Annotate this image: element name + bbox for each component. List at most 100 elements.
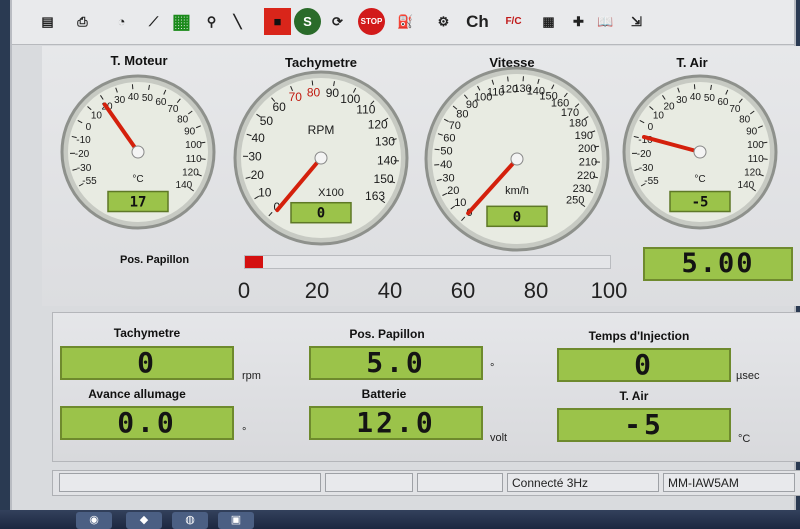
book-icon[interactable]: 📖 xyxy=(592,8,619,35)
gauge-tachymetre-dial: 010203040506070 80 90 100110120130140150163… xyxy=(233,70,409,246)
gauge-tick-label: 250 xyxy=(566,195,584,207)
unit-avance: ° xyxy=(242,426,247,438)
exit-icon[interactable]: ⇲ xyxy=(623,8,650,35)
gauge-tick-label: 40 xyxy=(690,92,702,103)
status-cell-3 xyxy=(417,473,503,492)
gauge-tick-label: 140 xyxy=(176,180,193,191)
gauge-value: -5 xyxy=(692,195,709,211)
papillon-bar-label: Pos. Papillon xyxy=(120,254,190,266)
papillon-scale-label: 20 xyxy=(304,278,330,303)
gauge-tick xyxy=(434,148,440,151)
gauge-tick-label: 110 xyxy=(356,103,375,117)
status-bar: Connecté 3Hz MM-IAW5AM xyxy=(52,470,800,496)
gauge-tick-label: 0 xyxy=(648,122,654,133)
gauge-tick-label: 80 xyxy=(177,114,189,125)
gauge-value: 0 xyxy=(317,206,325,222)
gauge-tick-label: -10 xyxy=(76,135,91,146)
gauge-tick-label: 60 xyxy=(272,100,286,114)
status-cell-1 xyxy=(59,473,321,492)
calculator-icon[interactable]: ▦ xyxy=(535,8,562,35)
taskbar-diag-button[interactable]: ▣ xyxy=(218,512,254,529)
gauge-tick xyxy=(507,76,509,82)
display-papillon: 5.0 xyxy=(309,346,483,380)
label-injection: Temps d'Injection xyxy=(588,329,690,343)
gauge-tick-label: 140 xyxy=(377,153,397,167)
gauge-tick-label: 60 xyxy=(717,97,729,108)
gauge-tick-label: -30 xyxy=(77,163,92,174)
taskbar-start-button[interactable]: ◉ xyxy=(76,512,112,529)
taskbar-browser-button[interactable]: ◍ xyxy=(172,512,208,529)
gauge-multiplier-label: X100 xyxy=(318,187,344,199)
label-avance: Avance allumage xyxy=(88,387,186,401)
gauge-tick-label: 130 xyxy=(375,135,395,149)
gauge-value: 0 xyxy=(513,209,521,225)
motorbike-icon[interactable]: ⚙ xyxy=(430,8,457,35)
unit-air: °C xyxy=(738,433,751,445)
status-cell-2 xyxy=(325,473,413,492)
gauge-tick-label: -55 xyxy=(82,176,97,187)
gauge-tick-label: 50 xyxy=(260,114,274,128)
wand-icon[interactable]: ╲ xyxy=(224,8,251,35)
gauge-tick-label: 30 xyxy=(248,149,262,163)
gauge-tick-label: 50 xyxy=(704,93,716,104)
fuel-icon[interactable]: ⛽ xyxy=(392,8,419,35)
gauge-tick-label: 70 xyxy=(449,120,461,132)
unit-batterie: volt xyxy=(490,432,508,444)
display-injection: 0 xyxy=(557,348,731,382)
unit-papillon: ° xyxy=(490,362,495,374)
gauge-unit-label: °C xyxy=(132,174,143,185)
gauge-tick-label: 50 xyxy=(440,146,452,158)
gauge-tick-label: -55 xyxy=(644,176,659,187)
gauge-tick-label: 110 xyxy=(748,154,764,165)
save-icon[interactable]: ▤ xyxy=(34,8,61,35)
gauge-tick-label: 190 xyxy=(575,130,593,142)
gauge-tick-label: -20 xyxy=(75,149,90,160)
gauge-vitesse-dial: 0102030405060708090100110120130140150160… xyxy=(424,66,610,252)
ecu-icon[interactable]: ■ xyxy=(264,8,291,35)
gauge-hub xyxy=(693,145,707,159)
label-papillon: Pos. Papillon xyxy=(349,327,425,341)
gauge-tick-label: 220 xyxy=(577,170,595,182)
gauge-tick-label: 50 xyxy=(142,93,154,104)
gauge-tick-label: 60 xyxy=(155,97,167,108)
papillon-scale-label: 60 xyxy=(450,278,476,303)
graph-icon[interactable]: ⟋ xyxy=(140,8,167,35)
taskbar: ◉ ◆ ◍ ▣ xyxy=(0,510,800,529)
gauge-tick-label: 120 xyxy=(744,168,761,179)
gauge-tick-label: 60 xyxy=(443,132,455,144)
gauge-tick-label: 120 xyxy=(182,168,199,179)
gauge-tick-label: -20 xyxy=(637,149,652,160)
gauge-tick-label: 100 xyxy=(185,140,202,151)
tools-icon[interactable]: ✚ xyxy=(565,8,592,35)
papillon-bar-fill xyxy=(245,256,264,268)
stop-icon[interactable]: STOP xyxy=(358,8,385,35)
probe-icon[interactable]: ⚲ xyxy=(198,8,225,35)
papillon-scale-label: 80 xyxy=(523,278,549,303)
display-batterie: 12.0 xyxy=(309,406,483,440)
gauge-unit-label: °C xyxy=(694,174,705,185)
ch-icon[interactable]: Ch xyxy=(464,8,491,35)
gauge-tick-label: 180 xyxy=(569,118,587,130)
gauge-air-dial: -55-30-20-100102030 40 50 60708090100110120… xyxy=(622,74,778,230)
refresh-icon[interactable]: ⟳ xyxy=(324,8,351,35)
gauge-tick-label: 10 xyxy=(454,197,466,209)
taskbar-app-button[interactable]: ◆ xyxy=(126,512,162,529)
gauge-tick-label: 70 xyxy=(289,90,303,104)
gauge-tick-label: 210 xyxy=(579,157,597,169)
gauge-hub xyxy=(314,151,328,165)
fahrenheit-celsius-icon[interactable]: F/C xyxy=(500,8,527,35)
gauge-tick-label: -30 xyxy=(639,163,654,174)
gauge-tick-label: 90 xyxy=(746,126,758,137)
display-avance: 0.0 xyxy=(60,406,234,440)
unit-injection: µsec xyxy=(736,370,760,382)
gauge-hub xyxy=(510,152,524,166)
gauge-tick-label: 0 xyxy=(86,122,92,133)
s-icon[interactable]: S xyxy=(294,8,321,35)
status-connection: Connecté 3Hz xyxy=(507,473,659,492)
dashboard-icon[interactable]: ◔ xyxy=(108,8,135,35)
gauge-tick-label: 40 xyxy=(440,159,452,171)
print-icon[interactable]: ⎙ xyxy=(69,8,96,35)
display-air: -5 xyxy=(557,408,731,442)
gauge-tick-label: 120 xyxy=(368,117,388,131)
grid-icon[interactable]: ▦ xyxy=(168,8,195,35)
